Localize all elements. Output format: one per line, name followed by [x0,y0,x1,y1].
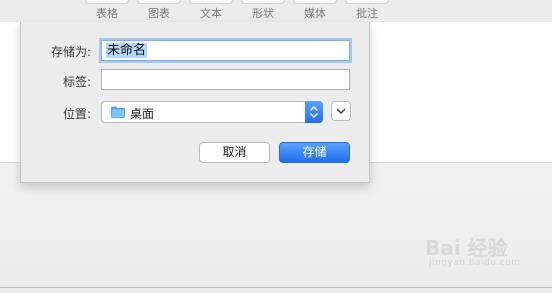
toolbar-label-media: 媒体 [304,7,326,20]
toolbar-label-shape: 形状 [252,7,274,20]
toolbar-button-text[interactable] [189,0,233,4]
toolbar-label-chart: 图表 [148,7,170,20]
cancel-button[interactable]: 取消 [199,142,270,163]
toolbar-label-text: 文本 [200,7,222,20]
location-popup[interactable]: 桌面 [101,101,323,123]
popup-arrows[interactable] [305,101,323,123]
save-as-value: 未命名 [106,43,148,58]
toolbar-label-comment: 批注 [356,7,378,20]
chevron-up-down-icon [310,106,318,118]
tags-field[interactable] [101,69,350,90]
chevron-down-icon [336,108,346,114]
watermark-brand: Bai 经验 [425,236,508,260]
watermark: Bai 经验 jingyan.baidu.com [425,232,535,278]
folder-icon [111,106,125,118]
tags-label: 标签: [62,75,91,89]
divider [0,287,552,288]
save-button[interactable]: 存储 [279,142,350,163]
location-value: 桌面 [130,107,155,121]
location-label: 位置: [62,107,91,121]
save-as-field[interactable]: 未命名 [101,40,350,61]
watermark-url: jingyan.baidu.com [429,258,521,268]
toolbar-button-shape[interactable] [241,0,285,4]
toolbar-button-media[interactable] [293,0,337,4]
toolbar-button-comment[interactable] [345,0,389,4]
toolbar-button-table[interactable] [85,0,129,4]
toolbar-button-chart[interactable] [137,0,181,4]
expand-button[interactable] [331,101,351,121]
toolbar: 表格 图表 文本 形状 媒体 批注 [0,0,552,22]
save-as-label: 存储为: [50,45,91,59]
save-dialog: 存储为: 未命名 标签: 位置: 桌面 取消 存储 [20,22,370,183]
toolbar-label-table: 表格 [96,7,118,20]
